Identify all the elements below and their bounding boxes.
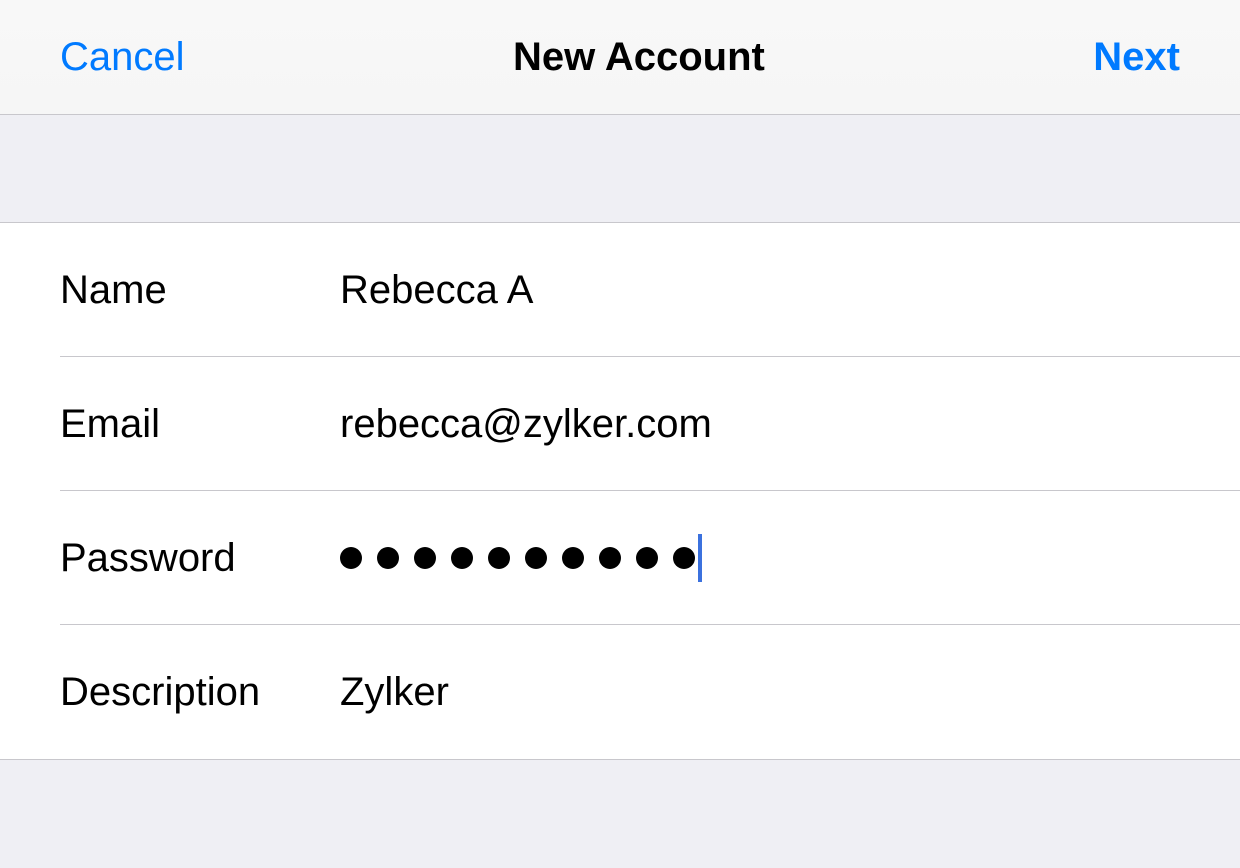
password-field[interactable] <box>340 534 1180 582</box>
password-dots <box>340 547 695 569</box>
email-label: Email <box>60 402 340 447</box>
cancel-button[interactable]: Cancel <box>60 35 185 80</box>
page-title: New Account <box>513 35 765 80</box>
password-dot <box>377 547 399 569</box>
password-row: Password <box>0 491 1240 625</box>
password-label: Password <box>60 536 340 581</box>
next-button[interactable]: Next <box>1093 35 1180 80</box>
password-dot <box>488 547 510 569</box>
name-label: Name <box>60 268 340 313</box>
description-field[interactable] <box>340 670 1180 715</box>
description-label: Description <box>60 670 340 715</box>
text-cursor <box>698 534 702 582</box>
name-row: Name <box>0 223 1240 357</box>
password-dot <box>599 547 621 569</box>
password-dot <box>673 547 695 569</box>
section-spacer <box>0 115 1240 222</box>
email-field[interactable] <box>340 402 1180 447</box>
account-form: Name Email Password Description <box>0 222 1240 760</box>
navigation-bar: Cancel New Account Next <box>0 0 1240 115</box>
name-field[interactable] <box>340 268 1180 313</box>
password-dot <box>414 547 436 569</box>
password-dot <box>562 547 584 569</box>
password-dot <box>636 547 658 569</box>
password-dot <box>525 547 547 569</box>
email-row: Email <box>0 357 1240 491</box>
password-dot <box>340 547 362 569</box>
description-row: Description <box>0 625 1240 759</box>
password-dot <box>451 547 473 569</box>
